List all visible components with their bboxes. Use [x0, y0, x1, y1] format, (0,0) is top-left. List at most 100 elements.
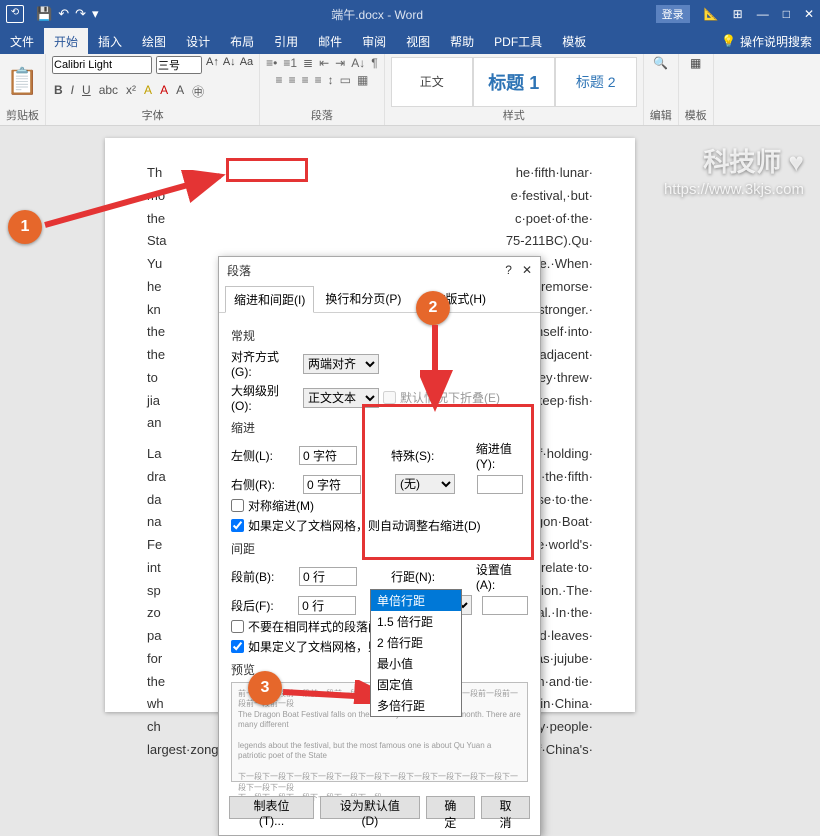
dropdown-item[interactable]: 固定值: [371, 674, 461, 695]
special-label: 特殊(S):: [391, 447, 442, 464]
italic-icon[interactable]: I: [69, 83, 76, 100]
tabs-button[interactable]: 制表位(T)...: [229, 796, 314, 819]
tab-review[interactable]: 审阅: [352, 28, 396, 54]
tell-me[interactable]: 💡 操作说明搜索: [713, 28, 820, 54]
sort-icon[interactable]: A↓: [351, 56, 365, 70]
watermark-url: https://www.3kjs.com: [664, 181, 804, 198]
at-input[interactable]: [482, 596, 528, 615]
inc-indent-icon[interactable]: ⇥: [335, 56, 345, 70]
doc-text-left1: Th mo the Sta Yu he kn the the to jia an: [147, 162, 167, 435]
annotation-badge-2: 2: [416, 291, 450, 325]
showmarks-icon[interactable]: ¶: [371, 56, 377, 70]
default-button[interactable]: 设为默认值(D): [320, 796, 420, 819]
dropdown-item[interactable]: 1.5 倍行距: [371, 611, 461, 632]
style-normal[interactable]: 正文: [391, 57, 473, 107]
dropdown-item[interactable]: 最小值: [371, 653, 461, 674]
group-styles: 正文 标题 1 标题 2 样式: [385, 54, 644, 125]
special-select[interactable]: (无): [395, 474, 455, 494]
enclosed-icon[interactable]: ㊥: [190, 83, 206, 100]
grow-font-icon[interactable]: A↑: [206, 56, 219, 74]
cancel-button[interactable]: 取消: [481, 796, 530, 819]
after-input[interactable]: [298, 596, 356, 615]
dec-indent-icon[interactable]: ⇤: [319, 56, 329, 70]
tab-file[interactable]: 文件: [0, 28, 44, 54]
grid2-checkbox[interactable]: [231, 640, 244, 653]
ribbon: 📋 剪贴板 A↑ A↓ Aa B I U abc x² A A A ㊥: [0, 54, 820, 126]
tab-help[interactable]: 帮助: [440, 28, 484, 54]
shading-icon[interactable]: ▭: [340, 73, 351, 87]
mirror-label: 对称缩进(M): [248, 497, 314, 514]
justify-icon[interactable]: ≡: [315, 73, 322, 87]
numbering-icon[interactable]: ≡1: [283, 56, 297, 70]
underline-icon[interactable]: U: [80, 83, 93, 100]
after-label: 段后(F):: [231, 597, 294, 614]
maximize-icon[interactable]: □: [783, 7, 790, 21]
tab-references[interactable]: 引用: [264, 28, 308, 54]
signin-button[interactable]: 登录: [656, 5, 690, 23]
font-size-select[interactable]: [156, 56, 202, 74]
font-color-icon[interactable]: A: [158, 83, 170, 100]
undo-icon[interactable]: ↶: [58, 6, 69, 22]
dialog-help-icon[interactable]: ?: [505, 263, 512, 277]
ok-button[interactable]: 确定: [426, 796, 475, 819]
strike-icon[interactable]: abc: [97, 83, 120, 100]
right-input[interactable]: [303, 475, 361, 494]
dialog-header[interactable]: 段落 ? ✕: [219, 257, 540, 283]
paragraph-dialog: 段落 ? ✕ 缩进和间距(I) 换行和分页(P) 中文版式(H) 常规 对齐方式…: [218, 256, 541, 836]
shrink-font-icon[interactable]: A↓: [223, 56, 236, 74]
tab-insert[interactable]: 插入: [88, 28, 132, 54]
line-spacing-icon[interactable]: ↕: [328, 73, 334, 87]
align-right-icon[interactable]: ≡: [302, 73, 309, 87]
align-left-icon[interactable]: ≡: [276, 73, 283, 87]
outline-select[interactable]: 正文文本: [303, 388, 379, 408]
tab-design[interactable]: 设计: [176, 28, 220, 54]
dropdown-item[interactable]: 单倍行距: [371, 590, 461, 611]
borders-icon[interactable]: ▦: [357, 73, 368, 87]
group-templates: ▦ 模板: [679, 54, 714, 125]
dialog-close-icon[interactable]: ✕: [522, 263, 532, 277]
multilevel-icon[interactable]: ≣: [303, 56, 313, 70]
tab-home[interactable]: 开始: [44, 28, 88, 54]
align-center-icon[interactable]: ≡: [289, 73, 296, 87]
nospace-checkbox[interactable]: [231, 620, 244, 633]
font-family-select[interactable]: [52, 56, 152, 74]
dtab-linebreak[interactable]: 换行和分页(P): [316, 285, 410, 312]
tab-mailings[interactable]: 邮件: [308, 28, 352, 54]
bullets-icon[interactable]: ≡•: [266, 56, 277, 70]
find-icon[interactable]: 🔍: [653, 56, 668, 70]
save-icon[interactable]: 💾: [36, 6, 52, 22]
redo-icon[interactable]: ↷: [75, 6, 86, 22]
ribbon-display-icon[interactable]: 📐: [704, 7, 719, 21]
tab-draw[interactable]: 绘图: [132, 28, 176, 54]
char-border-icon[interactable]: A: [174, 83, 186, 100]
style-heading2[interactable]: 标题 2: [555, 57, 637, 107]
by-input[interactable]: [477, 475, 523, 494]
style-heading1[interactable]: 标题 1: [473, 57, 555, 107]
align-label: 对齐方式(G):: [231, 348, 299, 379]
dtab-indent[interactable]: 缩进和间距(I): [225, 286, 314, 313]
subsuper-icon[interactable]: x²: [124, 83, 138, 100]
bold-icon[interactable]: B: [52, 83, 65, 100]
align-select[interactable]: 两端对齐: [303, 354, 379, 374]
dialog-title: 段落: [227, 262, 251, 279]
dropdown-item[interactable]: 2 倍行距: [371, 632, 461, 653]
minimize-icon[interactable]: —: [757, 7, 769, 21]
clear-format-icon[interactable]: Aa: [240, 56, 253, 74]
tab-view[interactable]: 视图: [396, 28, 440, 54]
grid1-checkbox[interactable]: [231, 519, 244, 532]
autosave-icon[interactable]: ⟲: [6, 5, 24, 23]
watermark-brand: 科技师 ♥: [664, 142, 804, 179]
tab-pdf[interactable]: PDF工具: [484, 28, 552, 54]
tab-layout[interactable]: 布局: [220, 28, 264, 54]
paste-icon[interactable]: 📋: [6, 66, 38, 97]
before-input[interactable]: [299, 567, 357, 586]
mirror-checkbox[interactable]: [231, 499, 244, 512]
tab-template[interactable]: 模板: [552, 28, 596, 54]
template-icon[interactable]: ▦: [690, 56, 701, 70]
before-label: 段前(B):: [231, 568, 295, 585]
window-opts-icon[interactable]: ⊞: [733, 7, 743, 21]
close-icon[interactable]: ✕: [804, 7, 814, 21]
highlight-icon[interactable]: A: [142, 83, 154, 100]
left-input[interactable]: [299, 446, 357, 465]
dropdown-item[interactable]: 多倍行距: [371, 695, 461, 716]
